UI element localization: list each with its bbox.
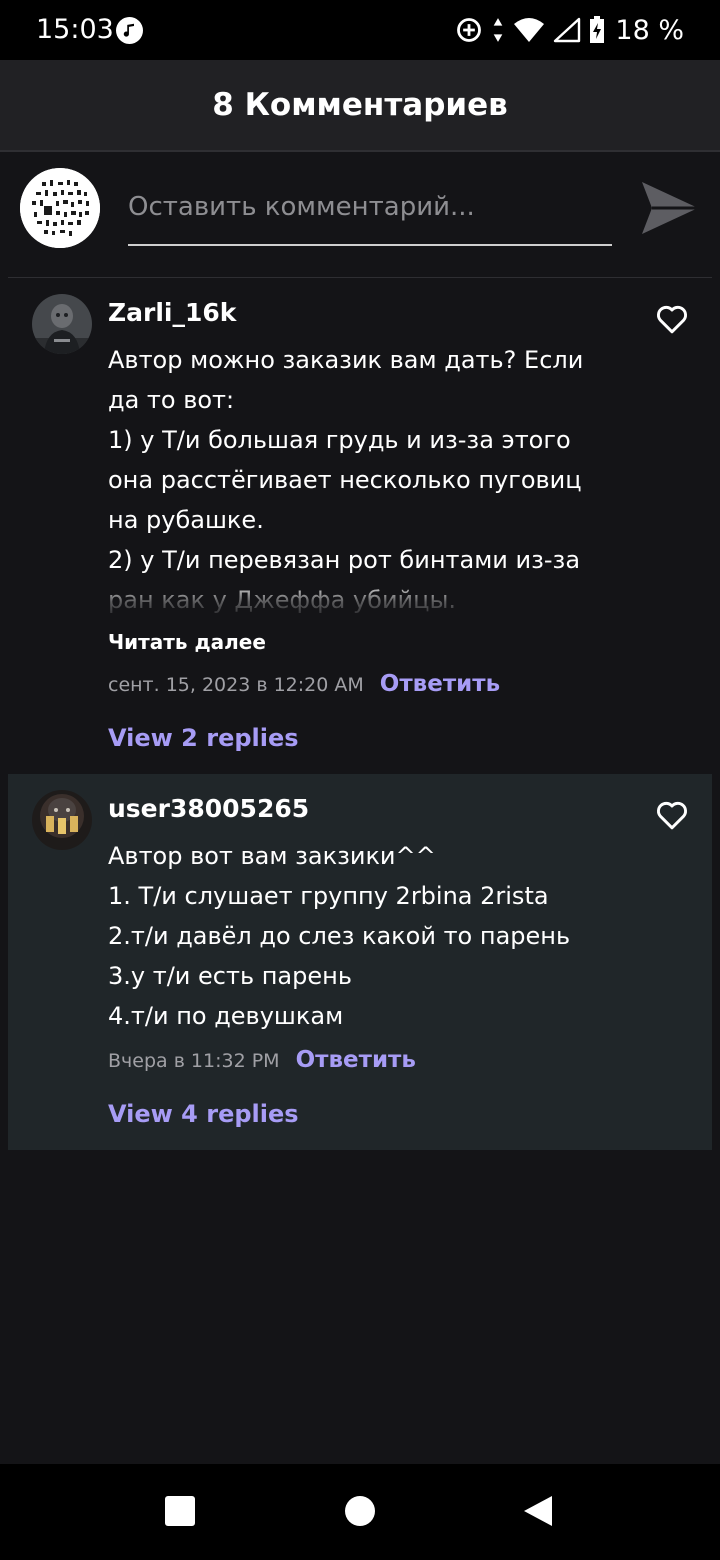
timestamp: Вчера в 11:32 PM	[108, 1050, 280, 1072]
view-replies-button[interactable]: View 4 replies	[108, 1100, 299, 1128]
avatar[interactable]	[20, 168, 100, 248]
system-nav-bar	[0, 1464, 720, 1560]
comment-line: она расстёгивает несколько пуговиц	[108, 466, 582, 494]
avatar[interactable]	[32, 294, 92, 354]
comment-line: ран как у Джеффа убийцы.	[108, 580, 588, 620]
data-arrows-icon	[494, 18, 503, 42]
comment-line: 3.у т/и есть парень	[108, 962, 352, 990]
reply-button[interactable]: Ответить	[380, 671, 500, 697]
send-button[interactable]	[636, 178, 702, 238]
heart-icon[interactable]	[654, 798, 690, 830]
comment-text: Автор можно заказик вам дать? Если да то…	[108, 340, 588, 620]
status-bar: 15:03 18 %	[0, 0, 720, 60]
data-saver-icon	[457, 18, 482, 42]
back-button[interactable]	[521, 1494, 555, 1528]
status-time: 15:03	[36, 14, 114, 45]
comment-line: 2) у Т/и перевязан рот бинтами из-за	[108, 546, 581, 574]
heart-icon[interactable]	[654, 302, 690, 334]
view-replies-button[interactable]: View 2 replies	[108, 724, 299, 752]
comments-header: 8 Комментариев	[0, 60, 720, 152]
username[interactable]: user38005265	[108, 794, 309, 823]
comment-text: Автор вот вам закзики^^ 1. Т/и слушает г…	[108, 836, 588, 1036]
music-icon	[116, 17, 143, 44]
signal-icon	[554, 17, 581, 43]
comment-line: 1. Т/и слушает группу 2rbina 2rista	[108, 882, 549, 910]
comment-item: Zarli_16k Автор можно заказик вам дать? …	[8, 278, 712, 772]
battery-charging-icon	[590, 16, 605, 43]
status-icons: 18 %	[455, 14, 684, 46]
comment-line: 2.т/и давёл до слез какой то парень	[108, 922, 571, 950]
page-title: 8 Комментариев	[212, 87, 508, 123]
comment-meta: Вчера в 11:32 PM Ответить	[108, 1047, 416, 1073]
battery-level: 18 %	[615, 14, 684, 46]
comment-composer	[0, 152, 720, 276]
comment-line: Автор можно заказик вам дать? Если	[108, 346, 584, 374]
comment-item: user38005265 Автор вот вам закзики^^ 1. …	[8, 774, 712, 1150]
send-icon	[642, 182, 698, 234]
comment-line: да то вот:	[108, 386, 235, 414]
reply-button[interactable]: Ответить	[296, 1047, 416, 1073]
comment-line: 1) у Т/и большая грудь и из-за этого	[108, 426, 571, 454]
comment-line: 4.т/и по девушкам	[108, 1002, 344, 1030]
username[interactable]: Zarli_16k	[108, 298, 236, 327]
read-more-link[interactable]: Читать далее	[108, 630, 266, 654]
avatar[interactable]	[32, 790, 92, 850]
comment-line: на рубашке.	[108, 506, 264, 534]
comment-meta: сент. 15, 2023 в 12:20 AM Ответить	[108, 671, 500, 697]
wifi-icon	[514, 18, 545, 42]
timestamp: сент. 15, 2023 в 12:20 AM	[108, 674, 364, 696]
comment-input[interactable]	[128, 180, 612, 246]
recents-button[interactable]	[163, 1494, 197, 1528]
comment-line: Автор вот вам закзики^^	[108, 842, 436, 870]
home-button[interactable]	[343, 1494, 377, 1528]
